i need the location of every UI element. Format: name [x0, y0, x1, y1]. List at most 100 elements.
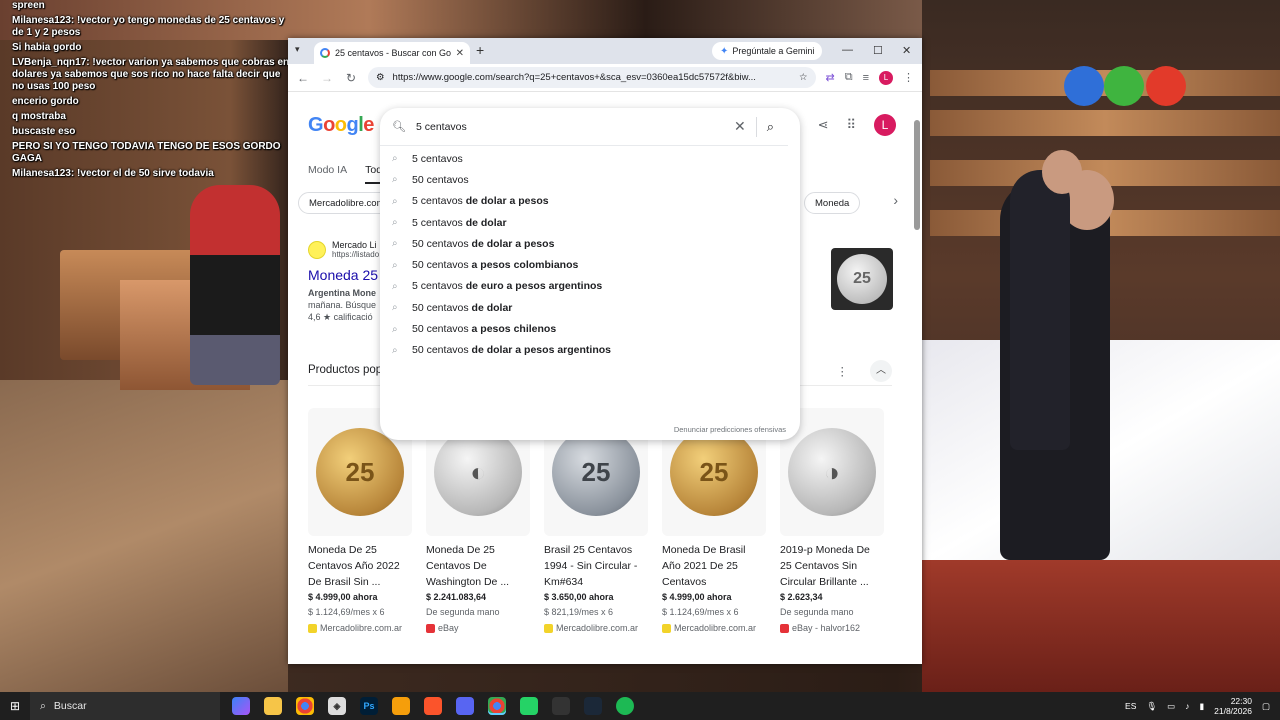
- product-name[interactable]: Moneda De 25 Centavos Año 2022 De Brasil…: [308, 542, 412, 590]
- collapse-chevron-up-icon[interactable]: ︿: [870, 360, 892, 382]
- brave-icon[interactable]: [424, 697, 442, 715]
- close-window-icon[interactable]: ✕: [902, 44, 911, 57]
- forward-icon[interactable]: →: [320, 71, 334, 85]
- suggestion-item[interactable]: ⌕ 50 centavos a pesos chilenos: [380, 318, 800, 339]
- product-name[interactable]: Moneda De Brasil Año 2021 De 25 Centavos: [662, 542, 766, 590]
- products-more-icon[interactable]: ⋮: [837, 364, 849, 378]
- product-card[interactable]: ◐ Moneda De 25 Centavos De Washington De …: [426, 408, 530, 633]
- search-icon: 🔍︎: [392, 121, 406, 133]
- suggestion-item[interactable]: ⌕ 50 centavos de dolar a pesos: [380, 233, 800, 254]
- suggestion-item[interactable]: ⌕ 50 centavos a pesos colombianos: [380, 254, 800, 275]
- product-name[interactable]: Brasil 25 Centavos 1994 - Sin Circular -…: [544, 542, 648, 590]
- tab-list-chevron-icon[interactable]: ▾: [295, 44, 300, 55]
- app-shield-icon[interactable]: [392, 697, 410, 715]
- browser-menu-icon[interactable]: ⋮: [903, 71, 914, 84]
- chat-username: Milanesa123:: [12, 15, 75, 26]
- close-tab-icon[interactable]: ✕: [456, 48, 464, 59]
- suggestion-item[interactable]: ⌕ 5 centavos: [380, 148, 800, 169]
- language-indicator[interactable]: ES: [1125, 701, 1136, 711]
- address-bar[interactable]: ⚙ https://www.google.com/search?q=25+cen…: [368, 67, 816, 88]
- suggestion-item[interactable]: ⌕ 50 centavos de dolar: [380, 297, 800, 318]
- bookmark-star-icon[interactable]: ☆: [799, 72, 808, 83]
- reading-list-icon[interactable]: ≡: [863, 72, 869, 84]
- page-scrollbar[interactable]: [914, 120, 920, 230]
- obs-icon[interactable]: [552, 697, 570, 715]
- result-rating: 4,6 ★ calificació: [308, 312, 373, 322]
- chrome-active-icon[interactable]: [488, 697, 506, 715]
- tab-title: 25 centavos - Buscar con Google: [335, 48, 451, 58]
- gemini-button[interactable]: ✦ Pregúntale a Gemini: [712, 42, 823, 60]
- volume-icon[interactable]: ♪: [1185, 701, 1189, 711]
- maximize-icon[interactable]: ☐: [873, 44, 883, 57]
- file-explorer-icon[interactable]: [264, 697, 282, 715]
- search-submit-icon[interactable]: ⌕: [767, 119, 774, 135]
- profile-avatar[interactable]: L: [879, 70, 893, 85]
- coin-image: ◑: [788, 428, 876, 516]
- suggestion-item[interactable]: ⌕ 50 centavos: [380, 169, 800, 190]
- site-info-icon[interactable]: ⚙: [376, 72, 385, 83]
- tab-google-search[interactable]: 25 centavos - Buscar con Google ✕: [314, 42, 470, 64]
- clear-search-icon[interactable]: ✕: [734, 118, 746, 135]
- copilot-icon[interactable]: [232, 697, 250, 715]
- snippet-line-2: mañana. Búsque: [308, 300, 377, 310]
- suggestion-text: 50 centavos a pesos chilenos: [412, 323, 556, 335]
- notifications-icon[interactable]: ▢: [1262, 701, 1270, 712]
- start-button[interactable]: ⊞: [0, 699, 30, 713]
- suggestion-prefix: 50 centavos: [412, 259, 469, 272]
- product-name[interactable]: Moneda De 25 Centavos De Washington De .…: [426, 542, 530, 590]
- network-icon[interactable]: ▭: [1167, 701, 1175, 712]
- account-avatar[interactable]: L: [874, 114, 896, 136]
- product-installments: $ 1.124,69/mes x 6: [308, 607, 385, 617]
- product-name[interactable]: 2019-p Moneda De 25 Centavos Sin Circula…: [780, 542, 884, 590]
- chip-moneda[interactable]: Moneda: [804, 192, 861, 214]
- extensions-icon[interactable]: ⧉: [845, 71, 853, 84]
- suggestion-prefix: 50 centavos: [412, 323, 469, 336]
- tab-modo-ia[interactable]: Modo IA: [308, 164, 347, 184]
- suggestion-item[interactable]: ⌕ 5 centavos de dolar: [380, 212, 800, 233]
- new-tab-button[interactable]: +: [476, 42, 484, 58]
- suggestion-item[interactable]: ⌕ 5 centavos de euro a pesos argentinos: [380, 276, 800, 297]
- search-input[interactable]: 5 centavos: [416, 121, 724, 133]
- minimize-icon[interactable]: —: [842, 44, 853, 56]
- spotify-icon[interactable]: [616, 697, 634, 715]
- suggestion-prefix: 50 centavos: [412, 301, 469, 314]
- suggestion-item[interactable]: ⌕ 50 centavos de dolar a pesos argentinos: [380, 340, 800, 361]
- discord-icon[interactable]: [456, 697, 474, 715]
- apps-grid-icon[interactable]: ⠿: [846, 117, 856, 133]
- app-icon[interactable]: ◈: [328, 697, 346, 715]
- product-seller: eBay - halvor162: [780, 623, 884, 633]
- chips-next-icon[interactable]: ›: [893, 192, 898, 208]
- windows-icon: ⊞: [9, 699, 21, 713]
- reload-icon[interactable]: ↻: [344, 71, 358, 85]
- chrome-icon[interactable]: [296, 697, 314, 715]
- whatsapp-icon[interactable]: [520, 697, 538, 715]
- steam-icon[interactable]: [584, 697, 602, 715]
- product-price: $ 4.999,00 ahora: [308, 592, 378, 602]
- suggestion-completion: de euro a pesos argentinos: [462, 280, 603, 293]
- suggestion-prefix: 5 centavos: [412, 216, 463, 229]
- product-card[interactable]: 25 Moneda De 25 Centavos Año 2022 De Bras…: [308, 408, 412, 633]
- translate-icon[interactable]: ⇄: [826, 71, 835, 84]
- photoshop-icon[interactable]: Ps: [360, 697, 378, 715]
- suggestion-completion: de dolar a pesos argentinos: [468, 344, 611, 357]
- result-thumbnail[interactable]: 25: [831, 248, 893, 310]
- chat-text: !vector el de 50 sirve todavia: [77, 168, 214, 179]
- battery-icon[interactable]: ▮: [1199, 701, 1204, 712]
- product-card[interactable]: 25 Brasil 25 Centavos 1994 - Sin Circular…: [544, 408, 648, 633]
- taskbar-search[interactable]: ⌕ Buscar: [30, 692, 220, 720]
- microphone-icon[interactable]: 🎙︎: [1146, 701, 1157, 712]
- suggestion-prefix: 50 centavos: [412, 344, 469, 357]
- product-card[interactable]: 25 Moneda De Brasil Año 2021 De 25 Centav…: [662, 408, 766, 633]
- product-price: $ 2.623,34: [780, 592, 823, 602]
- product-price: $ 2.241.083,64: [426, 592, 487, 602]
- clock[interactable]: 22:30 21/8/2026: [1214, 696, 1252, 716]
- suggestion-completion: de dolar: [462, 216, 507, 229]
- google-logo[interactable]: Google: [308, 114, 374, 137]
- back-icon[interactable]: ←: [296, 71, 310, 85]
- report-predictions-link[interactable]: Denunciar predicciones ofensivas: [674, 425, 786, 434]
- suggestion-item[interactable]: ⌕ 5 centavos de dolar a pesos: [380, 191, 800, 212]
- product-card[interactable]: ◑ 2019-p Moneda De 25 Centavos Sin Circul…: [780, 408, 884, 633]
- suggestion-search-icon: ⌕: [392, 174, 398, 186]
- suggestion-search-icon: ⌕: [392, 259, 398, 271]
- share-icon[interactable]: ⋖: [818, 117, 829, 133]
